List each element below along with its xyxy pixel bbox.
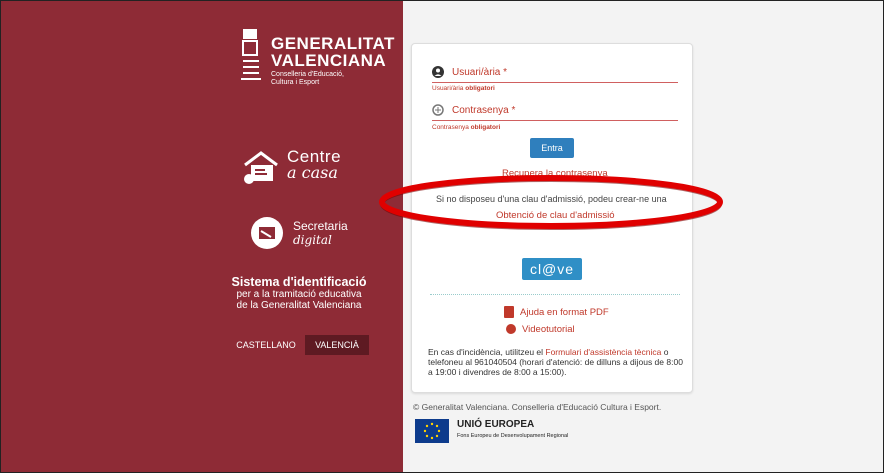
secretaria-label: Secretaria (293, 219, 348, 233)
centre-a-casa-link[interactable]: Centre a casa (241, 147, 371, 189)
page-frame: GENERALITAT VALENCIANA Conselleria d'Edu… (0, 0, 884, 473)
play-icon (506, 324, 516, 334)
system-description: Sistema d'identificació per a la tramita… (219, 275, 379, 311)
department-line2: Cultura i Esport (271, 79, 320, 86)
eu-flag-icon (415, 419, 449, 443)
language-castellano-button[interactable]: CASTELLANO (235, 335, 297, 355)
house-icon (244, 151, 278, 184)
pdf-icon (504, 306, 514, 318)
eu-subtitle: Fons Europeu de Desenvolupament Regional (457, 433, 569, 439)
digital-label: digital (293, 233, 332, 247)
password-error: Contrasenya obligatori (432, 124, 500, 131)
highlight-ellipse (379, 175, 723, 230)
system-line2: de la Generalitat Valenciana (236, 300, 362, 311)
secretaria-digital-link[interactable]: Secretaria digital (249, 213, 379, 255)
generalitat-emblem-icon (241, 29, 261, 80)
password-placeholder: Contrasenya * (452, 105, 516, 116)
videotutorial-link[interactable]: Videotutorial (522, 324, 575, 335)
password-error-suffix: obligatori (470, 124, 501, 131)
system-title: Sistema d'identificació (231, 275, 367, 289)
clave-button[interactable]: cl@ve (522, 258, 582, 280)
eu-title: UNIÓ EUROPEA (457, 419, 535, 430)
divider (430, 294, 680, 295)
incidence-before: En cas d'incidència, utilitzeu el (428, 347, 546, 357)
language-valencia-button[interactable]: VALENCIÀ (305, 335, 369, 355)
secretaria-digital-icon (251, 217, 283, 249)
system-line1: per a la tramitació educativa (236, 289, 362, 300)
key-icon (432, 104, 444, 116)
user-icon (432, 66, 444, 78)
username-placeholder: Usuari/ària * (452, 67, 508, 78)
password-error-prefix: Contrasenya (432, 124, 469, 131)
username-error: Usuari/ària obligatori (432, 85, 495, 92)
password-field[interactable]: Contrasenya * (432, 102, 678, 121)
assistance-form-link[interactable]: Formulari d'assistència tècnica (545, 347, 661, 357)
brand-name-line2: VALENCIANA (271, 51, 387, 70)
left-panel: GENERALITAT VALENCIANA Conselleria d'Edu… (1, 1, 403, 472)
generalitat-logo: GENERALITAT VALENCIANA Conselleria d'Edu… (239, 25, 394, 97)
username-error-prefix: Usuari/ària (432, 85, 464, 92)
username-field[interactable]: Usuari/ària * (432, 64, 678, 83)
incidence-text: En cas d'incidència, utilitzeu el Formul… (428, 347, 684, 377)
casa-label: a casa (287, 163, 338, 182)
submit-button[interactable]: Entra (530, 138, 574, 158)
department-line1: Conselleria d'Educació, (271, 71, 344, 78)
copyright-text: © Generalitat Valenciana. Conselleria d'… (413, 402, 662, 412)
brand-name-line1: GENERALITAT (271, 34, 395, 53)
eu-logo: UNIÓ EUROPEA Fons Europeu de Desenvolupa… (415, 417, 575, 445)
username-error-suffix: obligatori (465, 85, 495, 92)
help-pdf-link[interactable]: Ajuda en format PDF (520, 307, 609, 318)
